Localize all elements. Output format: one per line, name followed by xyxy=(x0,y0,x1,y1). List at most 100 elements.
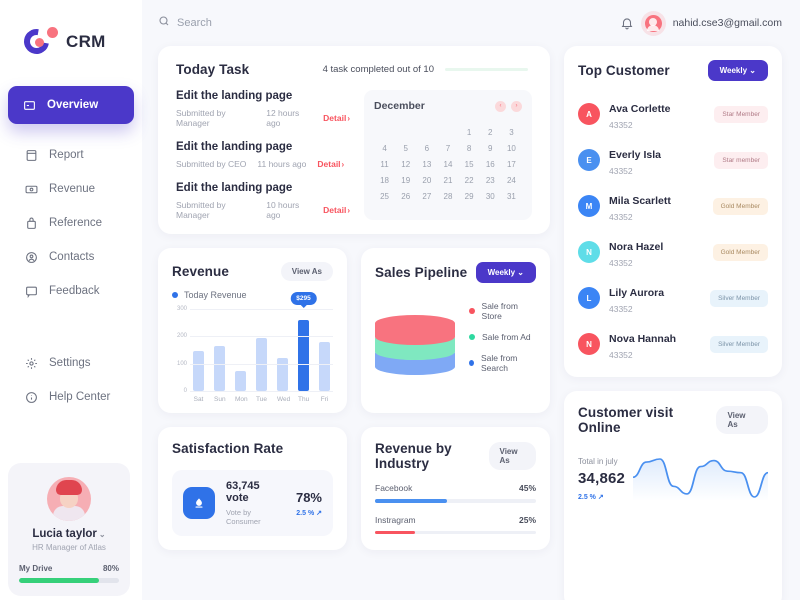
task-name: Edit the landing page xyxy=(176,182,293,194)
bar[interactable] xyxy=(235,370,246,391)
bell-icon[interactable] xyxy=(620,16,634,30)
calendar-day[interactable]: 17 xyxy=(501,160,522,169)
list-item[interactable]: N Nova Hannah 43352 Silver Member xyxy=(578,321,768,367)
sidebar-item-settings[interactable]: Settings xyxy=(10,346,132,380)
calendar-day[interactable]: 15 xyxy=(459,160,480,169)
sales-pipeline-period-button[interactable]: Weekly ⌄ xyxy=(475,262,536,283)
user-avatar[interactable] xyxy=(644,14,662,32)
sidebar-item-revenue[interactable]: Revenue xyxy=(10,172,132,206)
customer-name: Nova Hannah xyxy=(609,332,677,345)
list-item[interactable]: A Ava Corlette 43352 Star Member xyxy=(578,91,768,137)
bar-column[interactable] xyxy=(235,309,246,391)
calendar-day[interactable]: 4 xyxy=(374,144,395,153)
list-item[interactable]: E Everly Isla 43352 Star member xyxy=(578,137,768,183)
list-item[interactable]: L Lily Aurora 43352 Silver Member xyxy=(578,275,768,321)
calendar-day[interactable]: 11 xyxy=(374,160,395,169)
chevron-right-icon: › xyxy=(341,160,345,169)
satisfaction-percent-block: 78% 2.5 % ↗ xyxy=(296,490,322,517)
task-detail-link[interactable]: Detail› xyxy=(323,205,350,215)
task-detail-link[interactable]: Detail› xyxy=(317,159,344,169)
bar-column[interactable] xyxy=(319,309,330,391)
customer-name: Lily Aurora xyxy=(609,286,665,299)
revenue-header: Revenue View As xyxy=(172,262,333,281)
calendar-day[interactable]: 24 xyxy=(501,176,522,185)
search-input[interactable] xyxy=(177,17,327,29)
calendar-next-icon[interactable]: › xyxy=(511,100,522,112)
bar-column[interactable] xyxy=(277,309,288,391)
cvo-view-as-button[interactable]: View As xyxy=(716,406,768,434)
industry-label: Facebook xyxy=(375,483,413,493)
bar[interactable] xyxy=(319,341,330,391)
top-customer-period-button[interactable]: Weekly ⌄ xyxy=(707,60,768,81)
calendar-day[interactable]: 26 xyxy=(395,192,416,201)
task-item[interactable]: Edit the landing page Submitted by CEO 11 … xyxy=(176,141,350,169)
calendar-day[interactable]: 9 xyxy=(480,144,501,153)
page-title: Today Task xyxy=(176,62,250,77)
calendar-day[interactable]: 25 xyxy=(374,192,395,201)
calendar-day[interactable]: 27 xyxy=(416,192,437,201)
calendar-day[interactable]: 14 xyxy=(437,160,458,169)
sidebar-user-card[interactable]: Lucia taylor ⌄ HR Manager of Atlas My Dri… xyxy=(8,463,130,596)
task-item[interactable]: Edit the landing page Submitted by Manage… xyxy=(176,182,350,220)
calendar-day[interactable]: 22 xyxy=(459,176,480,185)
calendar-navs: ‹ › xyxy=(495,100,522,112)
calendar-day[interactable]: 23 xyxy=(480,176,501,185)
sidebar-item-report[interactable]: Report xyxy=(10,138,132,172)
x-tick-label: Thu xyxy=(298,396,310,403)
list-item[interactable]: M Mila Scarlett 43352 Gold Member xyxy=(578,183,768,229)
calendar-day[interactable]: 3 xyxy=(501,128,522,137)
calendar-day[interactable]: 29 xyxy=(459,192,480,201)
industry-title: Revenue by Industry xyxy=(375,441,452,471)
revenue-bar-chart: 0 100 200 300 $295 xyxy=(172,292,333,394)
calendar-day[interactable]: 21 xyxy=(437,176,458,185)
calendar-day[interactable]: 31 xyxy=(501,192,522,201)
calendar-day[interactable]: 19 xyxy=(395,176,416,185)
sidebar-item-reference[interactable]: Reference xyxy=(10,206,132,240)
calendar-day[interactable]: 1 xyxy=(459,128,480,137)
sidebar-item-label: Feedback xyxy=(49,285,100,297)
calendar-day[interactable]: 30 xyxy=(480,192,501,201)
bar[interactable] xyxy=(193,351,204,391)
sidebar-item-contacts[interactable]: Contacts xyxy=(10,240,132,274)
chevron-down-icon: ⌄ xyxy=(749,66,756,75)
revenue-view-as-button[interactable]: View As xyxy=(280,262,333,281)
today-task-body: Edit the landing page Submitted by Manage… xyxy=(176,90,532,220)
industry-rows: Facebook 45% Instragram 25% xyxy=(375,483,536,534)
bar-column[interactable] xyxy=(214,309,225,391)
sidebar-item-label: Overview xyxy=(47,99,99,111)
bar[interactable] xyxy=(214,345,225,391)
cvo-total-label: Total in july xyxy=(578,457,618,466)
satisfaction-body: 63,745 vote Vote by Consumer 78% 2.5 % ↗ xyxy=(172,470,333,536)
task-meta: Submitted by CEO 11 hours ago Detail› xyxy=(176,159,350,169)
chevron-down-icon[interactable]: ⌄ xyxy=(99,530,106,539)
list-item[interactable]: N Nora Hazel 43352 Gold Member xyxy=(578,229,768,275)
calendar-day[interactable]: 12 xyxy=(395,160,416,169)
task-detail-link[interactable]: Detail› xyxy=(323,113,350,123)
search-box[interactable] xyxy=(158,14,327,32)
bar-column[interactable]: $295 xyxy=(290,292,317,391)
calendar-day[interactable]: 8 xyxy=(459,144,480,153)
area-fill xyxy=(633,459,768,501)
calendar-day[interactable]: 5 xyxy=(395,144,416,153)
calendar-day[interactable]: 10 xyxy=(501,144,522,153)
cvo-area-chart xyxy=(633,449,768,501)
calendar-day[interactable]: 7 xyxy=(437,144,458,153)
sidebar-item-overview[interactable]: Overview xyxy=(8,86,134,124)
calendar-day[interactable]: 2 xyxy=(480,128,501,137)
calendar-day[interactable]: 28 xyxy=(437,192,458,201)
bar-column[interactable] xyxy=(193,309,204,391)
calendar-day[interactable]: 6 xyxy=(416,144,437,153)
x-tick-label: Wed xyxy=(277,396,291,403)
calendar-day[interactable]: 13 xyxy=(416,160,437,169)
calendar-day[interactable]: 18 xyxy=(374,176,395,185)
calendar-day[interactable]: 16 xyxy=(480,160,501,169)
bar[interactable] xyxy=(298,319,309,391)
industry-view-as-button[interactable]: View As xyxy=(488,442,536,470)
calendar-prev-icon[interactable]: ‹ xyxy=(495,100,506,112)
bar-column[interactable] xyxy=(256,309,267,391)
sidebar-item-help-center[interactable]: Help Center xyxy=(10,380,132,414)
task-item[interactable]: Edit the landing page Submitted by Manage… xyxy=(176,90,350,128)
calendar-day[interactable]: 20 xyxy=(416,176,437,185)
sidebar-item-feedback[interactable]: Feedback xyxy=(10,274,132,308)
customer-id: 43352 xyxy=(609,165,633,176)
